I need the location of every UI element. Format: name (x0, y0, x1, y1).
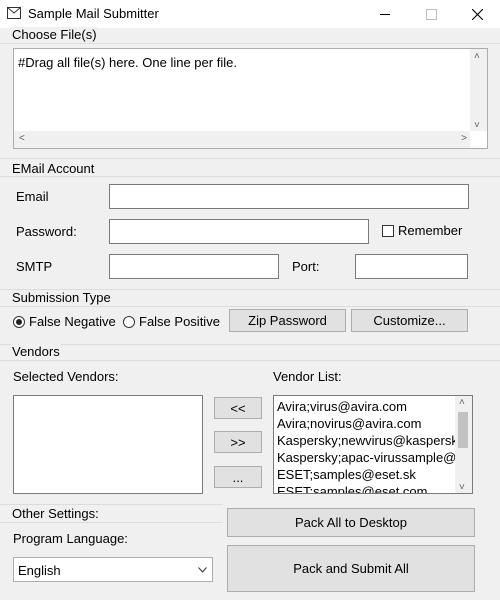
list-item[interactable]: Kaspersky;newvirus@kaspersk (274, 432, 455, 449)
vendor-list-label: Vendor List: (273, 369, 342, 384)
move-right-button[interactable]: >> (214, 431, 262, 453)
vendors-divider (0, 360, 500, 361)
false-negative-label[interactable]: False Negative (29, 314, 116, 329)
list-item[interactable]: Avira;novirus@avira.com (274, 415, 455, 432)
list-item[interactable]: Kaspersky;apac-virussample@ (274, 449, 455, 466)
selected-vendors-list[interactable] (13, 395, 203, 494)
list-item[interactable]: Avira;virus@avira.com (274, 398, 455, 415)
scroll-up-icon[interactable]: ˄ (474, 51, 480, 62)
password-label: Password: (16, 224, 77, 239)
password-field[interactable] (109, 219, 369, 244)
choose-files-legend: Choose File(s) (11, 27, 98, 42)
smtp-label: SMTP (16, 259, 53, 274)
vendor-list-vscroll[interactable]: ˄ ˅ (455, 396, 472, 493)
vendor-list-items: Avira;virus@avira.com Avira;novirus@avir… (274, 398, 455, 493)
false-negative-radio[interactable] (13, 316, 25, 328)
language-label: Program Language: (13, 531, 128, 546)
email-field[interactable] (109, 184, 469, 209)
email-label: Email (16, 189, 49, 204)
other-settings-divider (0, 522, 223, 523)
scroll-down-icon[interactable]: ˅ (474, 120, 480, 131)
false-positive-radio[interactable] (123, 316, 135, 328)
scroll-right-icon[interactable]: ˃ (461, 133, 467, 144)
email-account-divider (0, 176, 500, 177)
port-label: Port: (292, 259, 320, 274)
submission-type-legend: Submission Type (11, 290, 112, 305)
other-settings-legend: Other Settings: (11, 506, 100, 521)
move-left-button[interactable]: << (214, 397, 262, 419)
selected-vendors-label: Selected Vendors: (13, 369, 119, 384)
vendor-list[interactable]: Avira;virus@avira.com Avira;novirus@avir… (273, 395, 473, 494)
remember-label[interactable]: Remember (398, 223, 462, 238)
window-title: Sample Mail Submitter (28, 6, 159, 21)
other-settings-divider-top (0, 504, 223, 505)
customize-button[interactable]: Customize... (351, 309, 468, 332)
list-item[interactable]: ESET;samples@eset.com (274, 483, 455, 493)
maximize-icon (425, 8, 437, 20)
false-positive-label[interactable]: False Positive (139, 314, 220, 329)
submission-type-divider (0, 306, 500, 307)
close-button[interactable] (454, 0, 500, 28)
email-account-legend: EMail Account (11, 161, 96, 176)
more-button[interactable]: ... (214, 466, 262, 488)
pack-and-submit-all-button[interactable]: Pack and Submit All (227, 545, 475, 592)
scroll-thumb[interactable] (458, 412, 468, 448)
port-field[interactable] (355, 254, 468, 279)
pack-all-to-desktop-button[interactable]: Pack All to Desktop (227, 508, 475, 537)
scroll-up-icon[interactable]: ˄ (459, 397, 465, 408)
vendors-legend: Vendors (11, 344, 61, 359)
list-item[interactable]: ESET;samples@eset.sk (274, 466, 455, 483)
maximize-button (408, 0, 454, 28)
choose-files-divider (0, 43, 500, 44)
vendors-divider-top (0, 344, 500, 345)
file-drop-area[interactable]: #Drag all file(s) here. One line per fil… (13, 48, 488, 149)
mail-icon (7, 7, 21, 19)
minimize-button[interactable] (362, 0, 408, 28)
scroll-left-icon[interactable]: ˂ (19, 133, 25, 144)
file-drop-text: #Drag all file(s) here. One line per fil… (18, 55, 237, 70)
minimize-icon (380, 13, 390, 15)
chevron-down-icon (198, 567, 207, 573)
close-icon (471, 8, 483, 20)
language-select[interactable]: English (13, 557, 213, 582)
email-account-divider-top (0, 158, 500, 159)
language-value: English (18, 563, 61, 578)
file-drop-hscroll[interactable]: ˂ ˃ (14, 131, 470, 148)
scroll-down-icon[interactable]: ˅ (459, 482, 465, 493)
smtp-field[interactable] (109, 254, 279, 279)
remember-checkbox[interactable] (382, 225, 394, 237)
file-drop-vscroll[interactable]: ˄ ˅ (470, 49, 487, 131)
zip-password-button[interactable]: Zip Password (229, 309, 346, 332)
